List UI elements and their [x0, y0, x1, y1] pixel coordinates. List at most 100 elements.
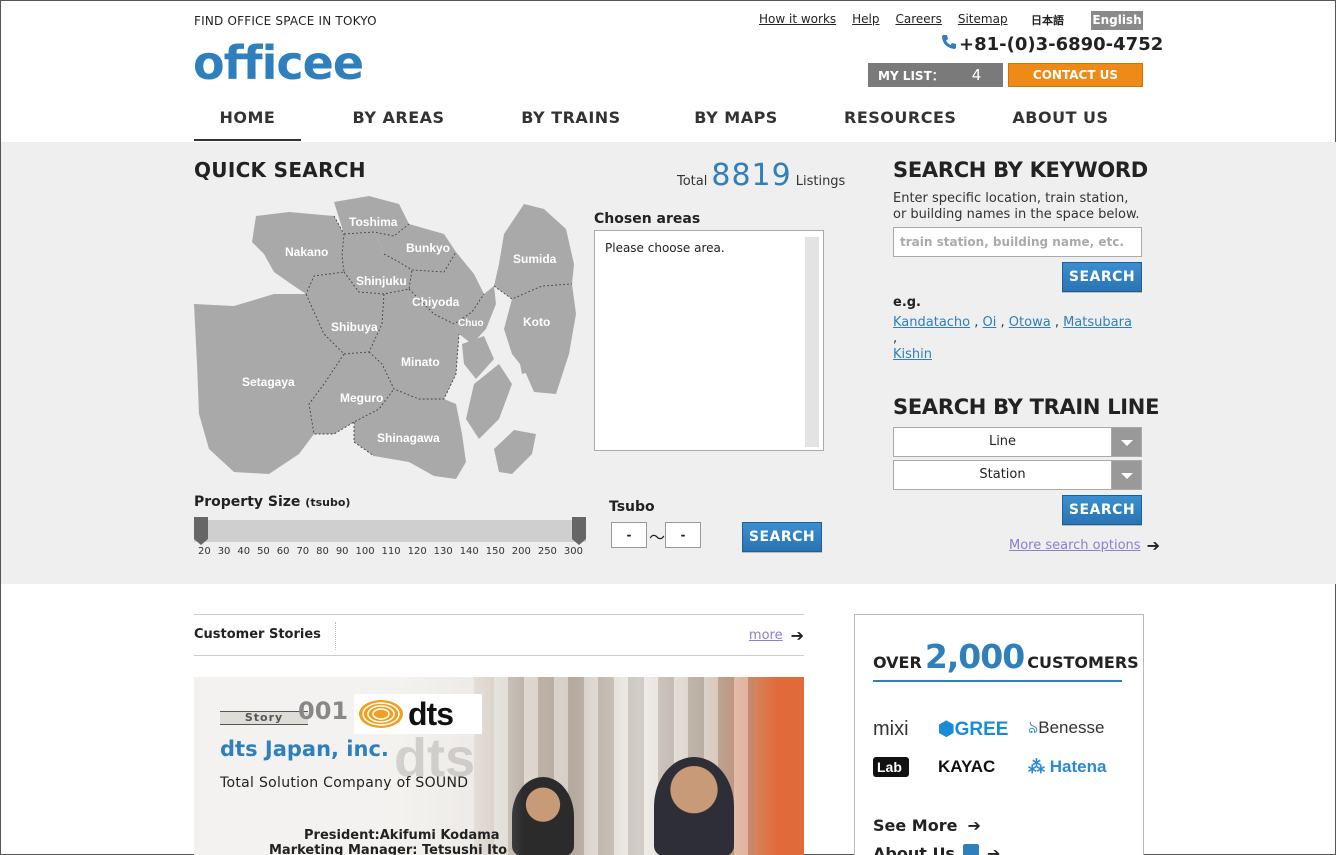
- tsubo-min-input[interactable]: -: [611, 522, 647, 548]
- tick: 40: [237, 546, 251, 557]
- line-select[interactable]: Line: [893, 427, 1142, 457]
- see-more-link[interactable]: See More ➔: [873, 816, 981, 835]
- example-link[interactable]: Oi: [983, 315, 997, 330]
- chosen-areas-box[interactable]: Please choose area.: [594, 230, 824, 451]
- total-count: 8819: [711, 158, 792, 193]
- arrow-right-icon: ➔: [967, 816, 981, 835]
- map-region-koto[interactable]: [504, 284, 576, 394]
- map-label-setagaya: Setagaya: [242, 375, 295, 389]
- map-label-shibuya: Shibuya: [331, 320, 378, 334]
- benesse-logo-text: Benesse: [1038, 718, 1105, 737]
- benesse-mark-icon: ঌ: [1028, 718, 1039, 737]
- hatena-logo: ⁂ Hatena: [1028, 757, 1107, 776]
- keyword-search-title: SEARCH BY KEYWORD: [893, 158, 1148, 182]
- size-slider-track[interactable]: [194, 520, 586, 542]
- more-search-options: More search options ➔: [1009, 536, 1160, 555]
- property-size-text: Property Size: [194, 494, 301, 510]
- arrow-right-icon: ➔: [986, 844, 1001, 855]
- officee-logo[interactable]: officee: [193, 35, 364, 91]
- tick: 250: [537, 546, 557, 557]
- example-links: Kandatacho , Oi , Otowa , Matsubara , Ki…: [893, 315, 1132, 362]
- my-list-button[interactable]: MY LIST： 4: [868, 63, 1003, 87]
- story-company: dts Japan, inc.: [220, 737, 389, 761]
- station-select[interactable]: Station: [893, 460, 1142, 490]
- total-label: Total: [677, 174, 708, 189]
- tsubo-range-separator: 〜: [649, 528, 666, 547]
- tick: 70: [296, 546, 310, 557]
- map-island-4: [494, 430, 536, 474]
- arrow-right-icon[interactable]: ➔: [1147, 536, 1160, 555]
- stories-more-link[interactable]: more: [749, 628, 783, 643]
- customers-over: OVER: [873, 653, 922, 672]
- tick: 140: [459, 546, 479, 557]
- nav-by-areas[interactable]: BY AREAS: [304, 101, 493, 141]
- example-link[interactable]: Otowa: [1009, 315, 1051, 330]
- tsubo-max-input[interactable]: -: [665, 522, 701, 548]
- size-slider-min-handle[interactable]: [194, 517, 208, 545]
- tick: 60: [276, 546, 290, 557]
- gree-logo: ⬢GREE: [938, 718, 1009, 740]
- divider: [335, 622, 336, 650]
- contact-us-button[interactable]: CONTACT US: [1008, 63, 1143, 87]
- story-person-manager: Marketing Manager: Tetsushi Ito: [269, 843, 508, 855]
- train-search-button[interactable]: SEARCH: [1062, 495, 1142, 525]
- phone-text: +81-(0)3-6890-4752: [959, 34, 1164, 55]
- keyword-description: Enter specific location, train station, …: [893, 191, 1140, 222]
- nav-resources[interactable]: RESOURCES: [823, 101, 976, 141]
- customers-count: 2,000: [924, 637, 1025, 676]
- listings-label: Listings: [795, 174, 846, 189]
- mixi-logo: mixi: [873, 717, 909, 740]
- my-list-label: MY LIST：: [878, 68, 944, 83]
- quick-search-title: QUICK SEARCH: [194, 158, 366, 182]
- chevron-down-icon[interactable]: [1111, 428, 1141, 456]
- nav-by-maps[interactable]: BY MAPS: [649, 101, 824, 141]
- about-us-label: About Us: [873, 844, 955, 855]
- tick: 110: [381, 546, 401, 557]
- lang-english[interactable]: English: [1091, 11, 1143, 30]
- keyword-search-button[interactable]: SEARCH: [1062, 262, 1142, 292]
- map-label-sumida: Sumida: [513, 252, 557, 266]
- size-slider-max-handle[interactable]: [572, 517, 586, 545]
- sitemap-link[interactable]: Sitemap: [958, 12, 1008, 26]
- tick: 90: [335, 546, 349, 557]
- customers-underline: [873, 680, 1122, 682]
- nav-home[interactable]: HOME: [194, 101, 301, 141]
- person-photo-right: [654, 757, 734, 855]
- example-link[interactable]: Kishin: [893, 347, 932, 362]
- lang-japanese[interactable]: 日本語: [1031, 12, 1064, 28]
- total-listings: Total 8819 Listings: [677, 158, 845, 193]
- property-size-unit: (tsubo): [305, 496, 351, 509]
- arrow-right-icon[interactable]: ➔: [791, 626, 804, 645]
- chevron-down-icon[interactable]: [1111, 461, 1141, 489]
- line-select-value: Line: [988, 434, 1017, 449]
- quick-search-button[interactable]: SEARCH: [742, 522, 822, 552]
- careers-link[interactable]: Careers: [896, 12, 942, 26]
- hatena-logo-text: Hatena: [1049, 757, 1107, 776]
- tick: 50: [257, 546, 270, 557]
- story-number: 001: [298, 697, 349, 725]
- about-us-link[interactable]: About Us ➔: [873, 844, 1000, 855]
- map-label-shinagawa: Shinagawa: [377, 431, 440, 445]
- tick: 100: [355, 546, 375, 557]
- how-it-works-link[interactable]: How it works: [759, 12, 836, 26]
- dts-logo: dts: [354, 694, 482, 734]
- nav-by-trains[interactable]: BY TRAINS: [493, 101, 648, 141]
- customers-headline: OVER 2,000 CUSTOMERS: [873, 637, 1139, 676]
- help-link[interactable]: Help: [852, 12, 879, 26]
- size-slider-ticks: 20 30 40 50 60 70 80 90 100 110 120 130 …: [198, 546, 583, 557]
- story-person-president: President:Akifumi Kodama: [304, 828, 500, 843]
- example-link[interactable]: Kandatacho: [893, 315, 970, 330]
- customer-stories-header: Customer Stories more ➔: [194, 614, 804, 656]
- map-label-bunkyo: Bunkyo: [406, 241, 450, 255]
- example-link[interactable]: Matsubara: [1063, 315, 1132, 330]
- customer-story-banner[interactable]: dts Story 001 dts dts Japan, inc. Total …: [194, 677, 804, 855]
- story-subtitle: Total Solution Company of SOUND: [220, 775, 469, 791]
- station-select-value: Station: [979, 467, 1026, 482]
- map-label-meguro: Meguro: [340, 391, 383, 405]
- chosen-areas-scrollbar[interactable]: [805, 237, 819, 447]
- book-icon: [962, 844, 979, 855]
- map-label-nakano: Nakano: [285, 245, 328, 259]
- keyword-input[interactable]: train station, building name, etc.: [893, 227, 1142, 257]
- more-search-options-link[interactable]: More search options: [1009, 538, 1141, 553]
- nav-about-us[interactable]: ABOUT US: [977, 101, 1144, 141]
